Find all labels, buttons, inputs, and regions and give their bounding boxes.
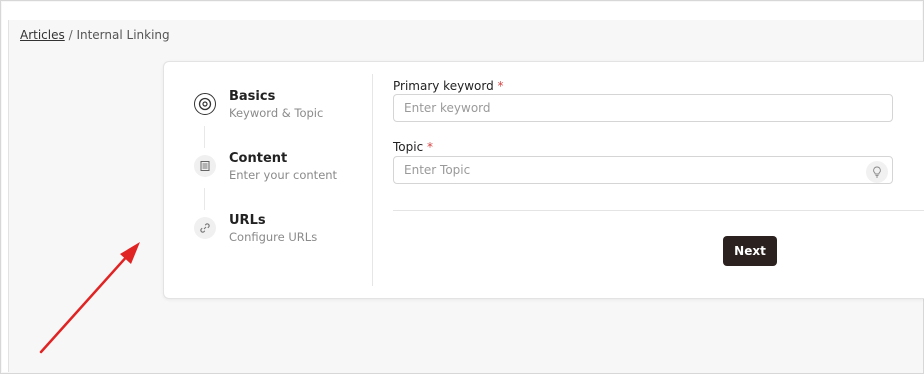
step-connector [204, 126, 205, 148]
topic-label-text: Topic [393, 140, 424, 154]
document-icon [194, 155, 216, 177]
step-content-subtitle: Enter your content [229, 168, 338, 182]
column-divider [372, 74, 373, 286]
breadcrumb-current: Internal Linking [76, 28, 170, 42]
form-divider [393, 210, 924, 211]
breadcrumb: Articles / Internal Linking [20, 28, 170, 42]
lightbulb-icon[interactable] [866, 161, 888, 183]
link-icon [194, 217, 216, 239]
primary-keyword-input[interactable] [393, 94, 893, 122]
step-content-title: Content [229, 151, 288, 166]
topic-label: Topic * [393, 140, 433, 154]
left-rail [2, 20, 9, 372]
step-urls-subtitle: Configure URLs [229, 230, 318, 244]
step-basics-subtitle: Keyword & Topic [229, 106, 324, 120]
required-marker: * [497, 79, 504, 93]
next-button[interactable]: Next [723, 236, 777, 266]
step-basics-title: Basics [229, 89, 276, 104]
step-urls[interactable]: URLs Configure URLs [194, 213, 364, 253]
step-content[interactable]: Content Enter your content [194, 151, 364, 191]
step-urls-title: URLs [229, 213, 266, 228]
breadcrumb-link-articles[interactable]: Articles [20, 28, 65, 42]
step-connector [204, 188, 205, 210]
target-icon [194, 93, 216, 115]
step-basics[interactable]: Basics Keyword & Topic [194, 89, 364, 129]
top-bar [2, 2, 922, 20]
required-marker: * [427, 140, 434, 154]
basics-form: Primary keyword * Topic * Next [393, 62, 924, 298]
primary-keyword-label: Primary keyword * [393, 79, 504, 93]
primary-keyword-label-text: Primary keyword [393, 79, 494, 93]
breadcrumb-separator: / [68, 28, 73, 42]
topic-input[interactable] [393, 156, 893, 184]
wizard-card: Basics Keyword & Topic Content Enter you… [163, 61, 924, 299]
wizard-steps: Basics Keyword & Topic Content Enter you… [164, 62, 372, 298]
